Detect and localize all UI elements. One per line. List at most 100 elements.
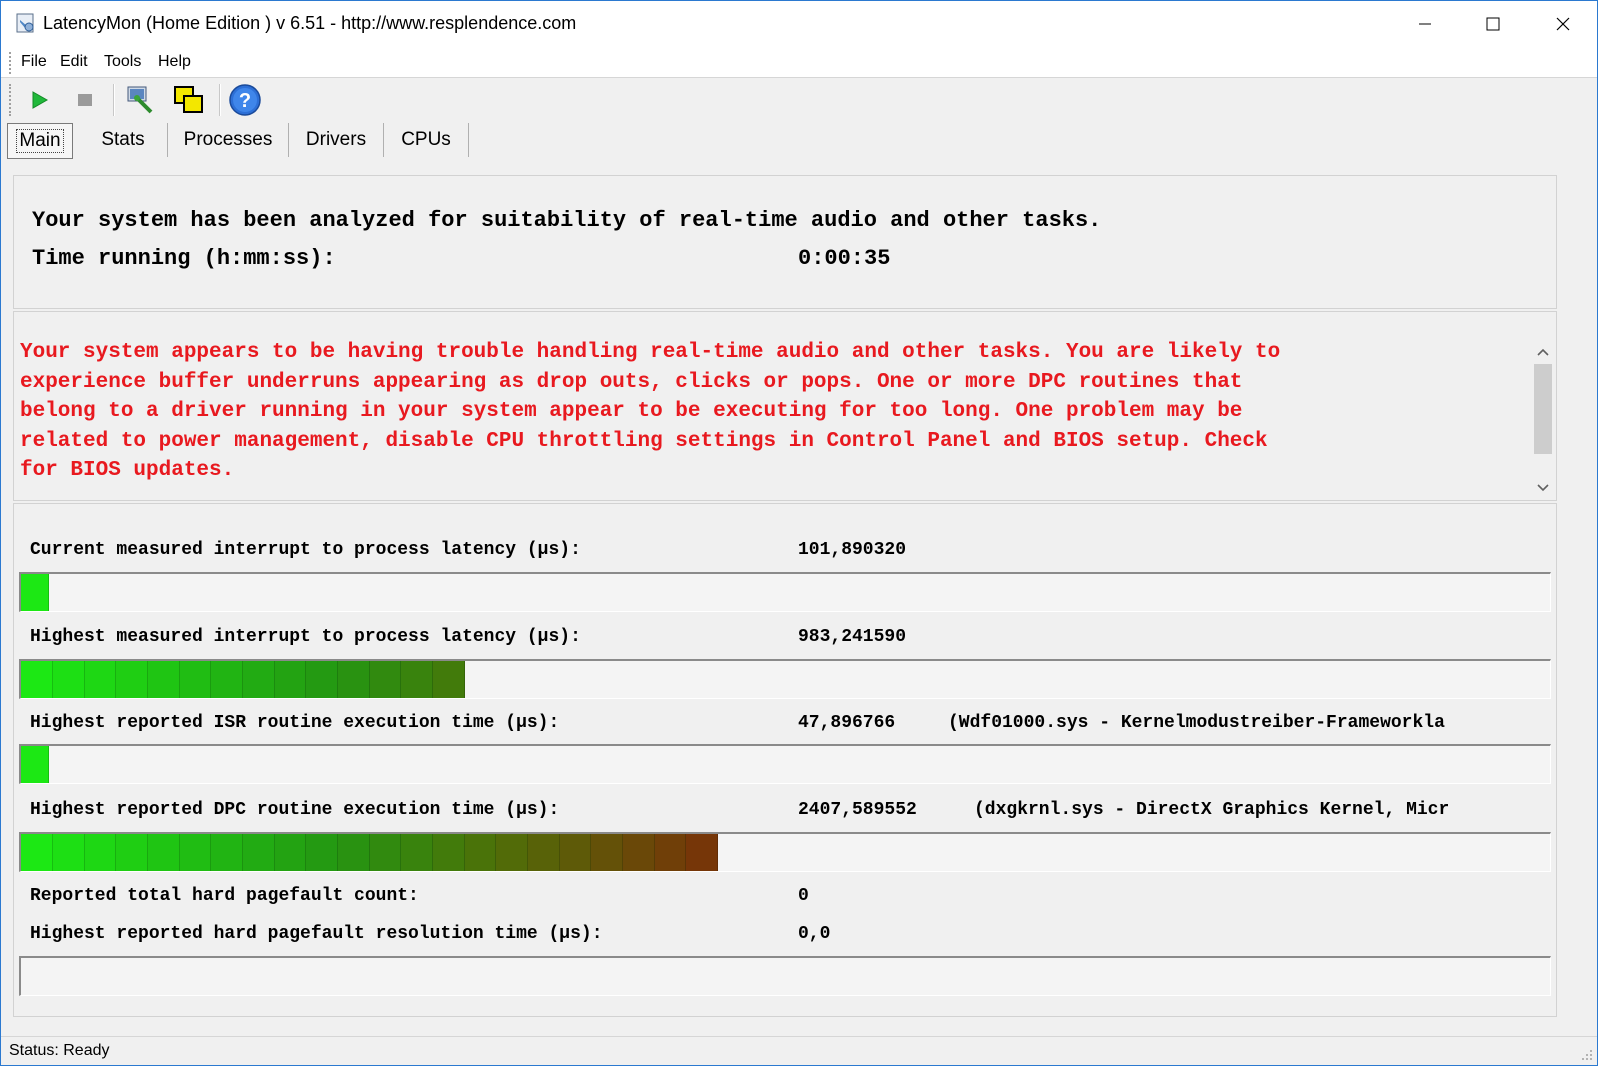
- bar-segment: [243, 661, 275, 698]
- chevron-up-icon: [1537, 348, 1549, 356]
- menu-help[interactable]: Help: [158, 53, 191, 71]
- bar-segment: [53, 834, 85, 871]
- bar-segment: [433, 834, 465, 871]
- maximize-button[interactable]: [1459, 1, 1527, 47]
- highest-latency-value: 983,241590: [798, 627, 907, 647]
- menu-file[interactable]: File: [21, 53, 47, 71]
- pagefault-count-label: Reported total hard pagefault count:: [30, 886, 419, 906]
- pagefault-time-label: Highest reported hard pagefault resoluti…: [30, 924, 603, 944]
- bar-fill: [21, 834, 718, 871]
- bar-segment: [116, 661, 148, 698]
- bar-segment: [528, 834, 560, 871]
- stop-icon: [78, 94, 92, 106]
- bar-segment: [623, 834, 655, 871]
- resize-grip-icon[interactable]: [1581, 1049, 1593, 1061]
- bar-segment: [211, 834, 243, 871]
- isr-bar: [19, 744, 1551, 784]
- tab-drivers[interactable]: Drivers: [289, 123, 384, 157]
- summary-panel: Your system has been analyzed for suitab…: [13, 175, 1557, 309]
- window-title: LatencyMon (Home Edition ) v 6.51 - http…: [43, 13, 577, 33]
- scroll-down-button[interactable]: [1530, 476, 1556, 500]
- bar-segment: [116, 834, 148, 871]
- bar-segment: [53, 661, 85, 698]
- tab-cpus[interactable]: CPUs: [384, 123, 469, 157]
- minimize-icon: [1419, 23, 1431, 25]
- current-latency-label: Current measured interrupt to process la…: [30, 540, 581, 560]
- menu-tools[interactable]: Tools: [104, 53, 141, 71]
- dpc-value: 2407,589552: [798, 800, 917, 820]
- toolbar-grip: [9, 84, 13, 116]
- pagefault-count-value: 0: [798, 886, 809, 906]
- bar-segment: [655, 834, 686, 871]
- bar-segment: [21, 661, 53, 698]
- tab-processes[interactable]: Processes: [168, 123, 289, 157]
- warning-scrollbar[interactable]: [1530, 312, 1556, 500]
- current-latency-bar: [19, 572, 1551, 612]
- windows-icon: [174, 86, 203, 113]
- bar-segment: [85, 661, 116, 698]
- toolbar: ?: [1, 78, 1597, 122]
- warning-panel: Your system appears to be having trouble…: [13, 311, 1557, 501]
- bar-segment: [21, 834, 53, 871]
- status-bar: Status: Ready: [1, 1036, 1597, 1065]
- bar-segment: [591, 834, 623, 871]
- current-latency-value: 101,890320: [798, 540, 907, 560]
- tab-stats[interactable]: Stats: [79, 123, 168, 157]
- close-icon: [1556, 17, 1570, 31]
- bar-segment: [211, 661, 243, 698]
- scrollbar-thumb[interactable]: [1534, 364, 1552, 454]
- bar-segment: [21, 746, 49, 783]
- bar-segment: [243, 834, 275, 871]
- bar-segment: [275, 661, 306, 698]
- bar-fill: [21, 746, 49, 783]
- bar-segment: [338, 834, 370, 871]
- bar-segment: [496, 834, 528, 871]
- scroll-up-button[interactable]: [1530, 340, 1556, 364]
- bar-segment: [180, 661, 211, 698]
- bar-segment: [306, 834, 338, 871]
- help-icon: ?: [229, 84, 261, 116]
- bar-segment: [148, 661, 180, 698]
- bar-segment: [338, 661, 370, 698]
- isr-driver: (Wdf01000.sys - Kernelmodustreiber-Frame…: [948, 713, 1445, 733]
- bar-segment: [21, 574, 49, 611]
- bar-segment: [560, 834, 591, 871]
- bar-segment: [180, 834, 211, 871]
- tab-main[interactable]: Main: [7, 123, 73, 159]
- stop-button[interactable]: [67, 82, 103, 118]
- metrics-panel: Current measured interrupt to process la…: [13, 503, 1557, 1017]
- bar-segment: [465, 834, 496, 871]
- app-icon: [16, 13, 34, 33]
- pagefault-time-value: 0,0: [798, 924, 831, 944]
- start-button[interactable]: [21, 82, 57, 118]
- maximize-icon: [1486, 17, 1500, 31]
- bar-segment: [306, 661, 338, 698]
- chevron-down-icon: [1537, 484, 1549, 492]
- bar-fill: [21, 661, 465, 698]
- menu-bar: File Edit Tools Help: [1, 47, 1597, 78]
- menu-edit[interactable]: Edit: [60, 53, 88, 71]
- minimize-button[interactable]: [1391, 1, 1459, 47]
- bar-segment: [433, 661, 465, 698]
- bar-segment: [401, 661, 433, 698]
- dpc-driver: (dxgkrnl.sys - DirectX Graphics Kernel, …: [974, 800, 1450, 820]
- dpc-label: Highest reported DPC routine execution t…: [30, 800, 560, 820]
- isr-label: Highest reported ISR routine execution t…: [30, 713, 560, 733]
- bar-segment: [370, 661, 401, 698]
- highest-latency-label: Highest measured interrupt to process la…: [30, 627, 581, 647]
- title-bar: LatencyMon (Home Edition ) v 6.51 - http…: [1, 1, 1597, 47]
- bar-fill: [21, 574, 49, 611]
- isr-value: 47,896766: [798, 713, 896, 733]
- help-button[interactable]: ?: [227, 82, 263, 118]
- bar-segment: [686, 834, 718, 871]
- highest-latency-bar: [19, 659, 1551, 699]
- svg-text:?: ?: [239, 90, 251, 112]
- close-button[interactable]: [1529, 1, 1597, 47]
- inspect-button[interactable]: [123, 82, 159, 118]
- bar-segment: [148, 834, 180, 871]
- tab-bar: Main Stats Processes Drivers CPUs: [1, 121, 1597, 161]
- windows-button[interactable]: [171, 82, 207, 118]
- pagefault-time-bar: [19, 956, 1551, 996]
- inspect-icon: [127, 86, 153, 114]
- bar-segment: [275, 834, 306, 871]
